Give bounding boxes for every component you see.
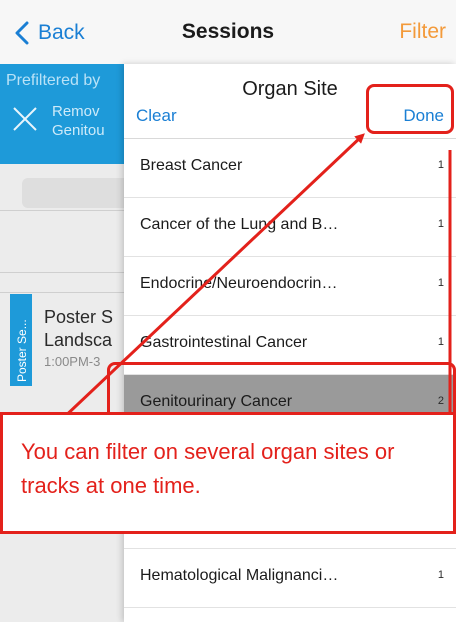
organ-site-name: Endocrine/Neuroendocrin… [140, 275, 338, 292]
organ-site-row[interactable]: Cancer of the Lung and B… 1 [124, 198, 456, 257]
clear-button[interactable]: Clear [136, 106, 177, 126]
session-title-line2: Landsca [44, 330, 113, 350]
organ-site-row[interactable]: Endocrine/Neuroendocrin… 1 [124, 257, 456, 316]
remove-filter-label[interactable]: Remov Genitou [52, 102, 105, 140]
session-title-line1: Poster S [44, 307, 114, 327]
divider [0, 272, 124, 273]
organ-site-name: Breast Cancer [140, 157, 243, 174]
search-field[interactable] [22, 178, 124, 208]
remove-label-line2: Genitou [52, 122, 105, 139]
organ-site-name: Hematological Malignanci… [140, 567, 339, 584]
organ-site-count: 1 [437, 277, 444, 289]
annotation-text: You can filter on several organ sites or… [21, 439, 395, 498]
app-screen: Back Sessions Filter Prefiltered by Remo… [0, 0, 456, 622]
done-highlight [366, 84, 454, 134]
close-icon[interactable] [10, 104, 40, 134]
prefilter-banner: Prefiltered by Remov Genitou [0, 64, 124, 164]
session-type-label: Poster Se... [15, 319, 29, 382]
prefilter-label: Prefiltered by [6, 72, 101, 89]
organ-site-panel: Organ Site Clear Done Breast Cancer 1 Ca… [124, 64, 456, 622]
annotation-callout: You can filter on several organ sites or… [0, 412, 456, 534]
session-title[interactable]: Poster S Landsca [44, 306, 113, 352]
filter-button[interactable]: Filter [399, 20, 446, 44]
organ-site-count: 1 [437, 569, 444, 581]
organ-site-row[interactable]: Breast Cancer 1 [124, 139, 456, 198]
page-title: Sessions [181, 20, 275, 43]
organ-site-name: Cancer of the Lung and B… [140, 216, 339, 233]
organ-site-count: 1 [437, 159, 444, 171]
nav-bar: Back Sessions Filter [0, 0, 456, 65]
organ-site-row[interactable]: Hematological Malignanci… 1 [124, 548, 456, 608]
organ-site-count: 1 [437, 336, 444, 348]
session-time: 1:00PM-3 [44, 354, 101, 369]
divider [0, 292, 124, 293]
divider [0, 210, 124, 211]
organ-site-name: Gastrointestinal Cancer [140, 334, 308, 351]
organ-site-count: 1 [437, 218, 444, 230]
remove-label-line1: Remov [52, 103, 100, 120]
